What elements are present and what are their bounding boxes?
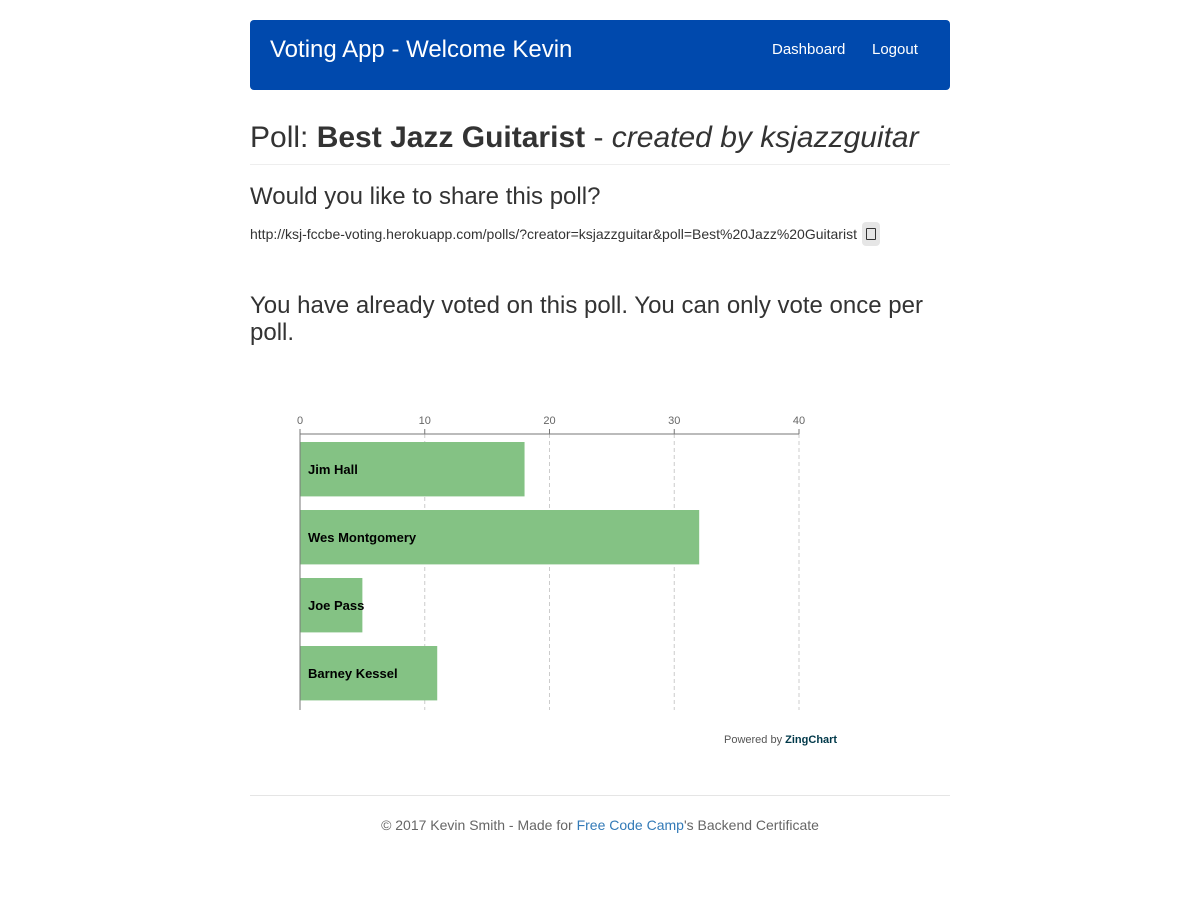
powered-by: Powered by ZingChart bbox=[724, 734, 837, 746]
bar-label: Joe Pass bbox=[308, 598, 364, 613]
bar-label: Jim Hall bbox=[308, 462, 358, 477]
nav-dashboard-link[interactable]: Dashboard bbox=[772, 41, 845, 59]
bar-label: Barney Kessel bbox=[308, 666, 398, 681]
poll-creator: created by ksjazzguitar bbox=[611, 121, 919, 154]
poll-title-separator: - bbox=[585, 121, 612, 154]
copy-icon bbox=[865, 228, 876, 240]
footer-prefix: © 2017 Kevin Smith - Made for bbox=[381, 817, 577, 833]
poll-title-prefix: Poll: bbox=[250, 121, 317, 154]
navbar: Voting App - Welcome Kevin Dashboard Log… bbox=[250, 20, 950, 90]
x-tick-label: 20 bbox=[543, 415, 555, 427]
page-container: Voting App - Welcome Kevin Dashboard Log… bbox=[250, 20, 950, 833]
poll-results-chart: Jim Hall Wes Montgomery Joe Pass Barney Kes… bbox=[250, 390, 850, 770]
chart-svg: Jim Hall Wes Montgomery Joe Pass Barney Kes… bbox=[297, 415, 805, 710]
zingchart-link[interactable]: ZingChart bbox=[785, 734, 837, 746]
poll-title: Poll: Best Jazz Guitarist - created by k… bbox=[250, 120, 950, 165]
share-url[interactable]: http://ksj-fccbe-voting.herokuapp.com/po… bbox=[250, 226, 857, 242]
free-code-camp-link[interactable]: Free Code Camp bbox=[577, 817, 684, 833]
footer: © 2017 Kevin Smith - Made for Free Code … bbox=[250, 817, 950, 833]
share-row: http://ksj-fccbe-voting.herokuapp.com/po… bbox=[250, 222, 880, 246]
x-tick-label: 40 bbox=[793, 415, 805, 427]
x-tick-label: 0 bbox=[297, 415, 303, 427]
nav-logout-link[interactable]: Logout bbox=[872, 41, 918, 59]
share-heading: Would you like to share this poll? bbox=[250, 183, 601, 210]
powered-by-prefix: Powered by bbox=[724, 734, 786, 746]
bar-label: Wes Montgomery bbox=[308, 530, 417, 545]
already-voted-message: You have already voted on this poll. You… bbox=[250, 292, 923, 346]
x-tick-label: 30 bbox=[668, 415, 680, 427]
footer-suffix: 's Backend Certificate bbox=[683, 817, 819, 833]
footer-divider bbox=[250, 795, 950, 796]
app-brand[interactable]: Voting App - Welcome Kevin bbox=[270, 36, 572, 64]
poll-name: Best Jazz Guitarist bbox=[316, 121, 586, 154]
x-tick-label: 10 bbox=[419, 415, 431, 427]
copy-url-button[interactable] bbox=[861, 222, 880, 246]
